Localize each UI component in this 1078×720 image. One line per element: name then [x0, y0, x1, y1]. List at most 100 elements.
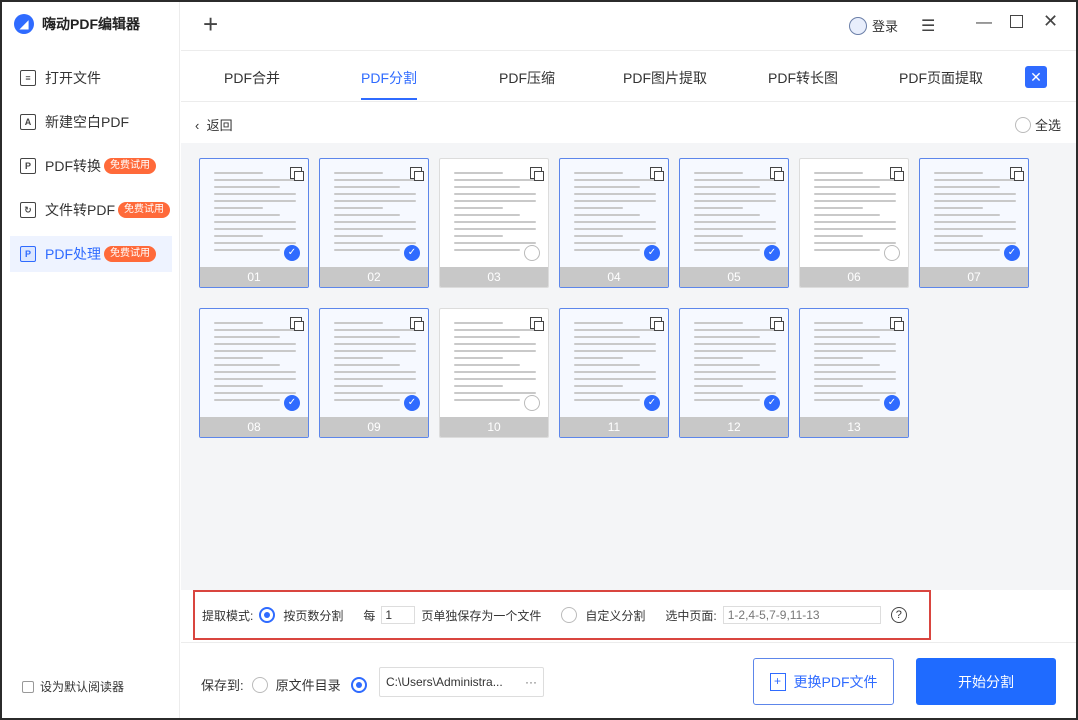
page-thumbnail[interactable]: 06	[799, 158, 909, 288]
unselected-circle-icon[interactable]	[884, 245, 900, 261]
tab-pdf-page-extract[interactable]: PDF页面提取	[899, 68, 983, 88]
custom-split-label: 自定义分割	[585, 608, 646, 623]
tab-pdf-compress[interactable]: PDF压缩	[499, 68, 555, 88]
replace-pdf-button[interactable]: + 更换PDF文件	[753, 658, 894, 705]
page-number: 08	[200, 417, 308, 437]
sidebar-item-pdf-process[interactable]: P PDF处理 免费试用	[10, 236, 172, 272]
page-number: 01	[200, 267, 308, 287]
copy-page-icon[interactable]	[290, 167, 304, 181]
save-to-group: 保存到: 原文件目录	[201, 675, 375, 694]
sidebar-item-label: 打开文件	[45, 70, 101, 86]
close-window-icon[interactable]: ✕	[1043, 11, 1058, 32]
copy-page-icon[interactable]	[890, 167, 904, 181]
page-thumbnail[interactable]: 10	[439, 308, 549, 438]
bottom-bar: 保存到: 原文件目录 C:\Users\Administra... ··· + …	[181, 642, 1076, 718]
close-icon[interactable]: ✕	[1025, 66, 1047, 88]
selected-check-icon[interactable]: ✓	[404, 395, 420, 411]
login-button[interactable]: 登录	[849, 16, 898, 35]
selected-check-icon[interactable]: ✓	[284, 245, 300, 261]
page-thumbnail[interactable]: ✓ 09	[319, 308, 429, 438]
login-label: 登录	[872, 19, 899, 34]
page-thumbnail[interactable]: ✓ 08	[199, 308, 309, 438]
unselected-circle-icon[interactable]	[524, 245, 540, 261]
help-icon[interactable]: ?	[890, 607, 907, 623]
default-reader-option[interactable]: 设为默认阅读器	[22, 678, 124, 695]
free-trial-badge: 免费试用	[104, 158, 156, 174]
sidebar-item-label: PDF处理	[45, 246, 101, 262]
page-thumbnail[interactable]: ✓ 05	[679, 158, 789, 288]
tab-pdf-split[interactable]: PDF分割	[361, 68, 417, 100]
split-by-pages-radio[interactable]	[259, 607, 276, 623]
custom-dir-radio[interactable]	[350, 676, 367, 693]
copy-page-icon[interactable]	[770, 167, 784, 181]
convert-icon: P	[20, 158, 36, 174]
selected-check-icon[interactable]: ✓	[284, 395, 300, 411]
page-thumbnail[interactable]: ✓ 13	[799, 308, 909, 438]
select-all-radio[interactable]	[1015, 116, 1031, 133]
unselected-circle-icon[interactable]	[524, 395, 540, 411]
page-number: 09	[320, 417, 428, 437]
page-thumbnail[interactable]: ✓ 11	[559, 308, 669, 438]
original-dir-radio[interactable]	[251, 676, 268, 693]
sidebar-item-open-file[interactable]: ≡ 打开文件	[10, 60, 172, 96]
selected-check-icon[interactable]: ✓	[764, 245, 780, 261]
copy-page-icon[interactable]	[290, 317, 304, 331]
start-split-button[interactable]: 开始分割	[916, 658, 1056, 705]
tab-pdf-to-long-image[interactable]: PDF转长图	[768, 68, 838, 88]
copy-page-icon[interactable]	[530, 167, 544, 181]
copy-page-icon[interactable]	[890, 317, 904, 331]
custom-split-radio[interactable]	[561, 607, 578, 623]
selected-check-icon[interactable]: ✓	[644, 245, 660, 261]
copy-page-icon[interactable]	[530, 317, 544, 331]
selected-check-icon[interactable]: ✓	[1004, 245, 1020, 261]
replace-pdf-label: 更换PDF文件	[793, 673, 878, 690]
pages-per-file-input[interactable]: 1	[381, 606, 416, 624]
split-options-bar: 提取模式: 按页数分割 每 1 页单独保存为一个文件 自定义分割 选中页面: 1…	[193, 590, 931, 640]
sidebar-item-pdf-convert[interactable]: P PDF转换 免费试用	[10, 148, 172, 184]
copy-page-icon[interactable]	[410, 167, 424, 181]
page-thumbnail[interactable]: 03	[439, 158, 549, 288]
menu-icon[interactable]: ☰	[921, 16, 935, 36]
copy-page-icon[interactable]	[650, 317, 664, 331]
page-thumbnail[interactable]: ✓ 04	[559, 158, 669, 288]
save-path-field[interactable]: C:\Users\Administra... ···	[379, 667, 544, 697]
minimize-icon[interactable]: —	[976, 14, 992, 32]
copy-page-icon[interactable]	[650, 167, 664, 181]
original-dir-label: 原文件目录	[275, 678, 341, 693]
page-grid-area: ‹ 返回 全选 ✓ 01 ✓ 02 03 ✓ 04 ✓ 05 06 ✓ 07 ✓ 08 ✓ 09 10 ✓ 11 ✓ 1…	[181, 103, 1076, 590]
copy-page-icon[interactable]	[770, 317, 784, 331]
selected-pages-input[interactable]: 1-2,4-5,7-9,11-13	[722, 606, 881, 624]
page-thumbnail[interactable]: ✓ 01	[199, 158, 309, 288]
add-tab-icon[interactable]: +	[203, 11, 218, 37]
file-icon: ≡	[20, 70, 36, 86]
default-reader-checkbox[interactable]	[22, 680, 34, 693]
selected-check-icon[interactable]: ✓	[644, 395, 660, 411]
maximize-icon[interactable]	[1010, 15, 1023, 28]
browse-dots-icon[interactable]: ···	[525, 668, 537, 696]
copy-page-icon[interactable]	[410, 317, 424, 331]
app-title: 嗨动PDF编辑器	[42, 16, 140, 32]
select-all-option[interactable]: 全选	[1015, 115, 1061, 134]
sidebar-item-new-blank-pdf[interactable]: A 新建空白PDF	[10, 104, 172, 140]
page-thumbnail[interactable]: ✓ 02	[319, 158, 429, 288]
select-all-label: 全选	[1035, 118, 1062, 133]
tab-pdf-merge[interactable]: PDF合并	[224, 68, 280, 88]
page-number: 11	[560, 417, 668, 437]
add-document-icon: +	[769, 672, 786, 691]
default-reader-label: 设为默认阅读器	[40, 680, 125, 694]
app-brand: ◢ 嗨动PDF编辑器	[2, 2, 179, 46]
selected-check-icon[interactable]: ✓	[884, 395, 900, 411]
chevron-left-icon: ‹	[195, 118, 207, 133]
page-number: 12	[680, 417, 788, 437]
selected-check-icon[interactable]: ✓	[764, 395, 780, 411]
back-button[interactable]: ‹ 返回	[195, 115, 233, 134]
page-number: 05	[680, 267, 788, 287]
sidebar-item-file-to-pdf[interactable]: ↻ 文件转PDF 免费试用	[10, 192, 172, 228]
tab-pdf-image-extract[interactable]: PDF图片提取	[623, 68, 707, 88]
title-bar: + 登录 ☰ — ✕	[181, 2, 1076, 48]
page-number: 06	[800, 267, 908, 287]
copy-page-icon[interactable]	[1010, 167, 1024, 181]
page-thumbnail[interactable]: ✓ 12	[679, 308, 789, 438]
selected-check-icon[interactable]: ✓	[404, 245, 420, 261]
page-thumbnail[interactable]: ✓ 07	[919, 158, 1029, 288]
